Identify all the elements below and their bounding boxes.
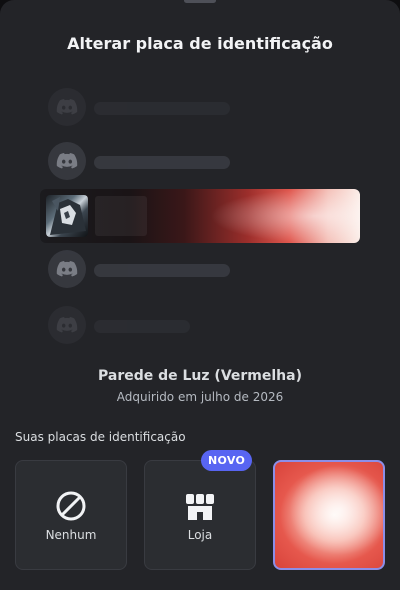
avatar — [48, 88, 86, 126]
nameplate-preview — [0, 86, 400, 346]
plate-option-wall-of-light-red[interactable] — [273, 460, 385, 570]
discord-logo-icon — [56, 317, 78, 333]
plate-option-shop[interactable]: Loja — [144, 460, 256, 570]
profile-avatar — [46, 195, 88, 237]
nameplate-sheet: Alterar placa de identificação Parede de… — [0, 0, 400, 590]
name-placeholder-bar — [94, 102, 230, 115]
discord-logo-icon — [56, 261, 78, 277]
plate-thumbnail — [275, 462, 383, 568]
plate-option-none[interactable]: Nenhum — [15, 460, 127, 570]
plate-option-label: Loja — [187, 528, 213, 542]
discord-logo-icon — [56, 99, 78, 115]
plate-option-label: Nenhum — [45, 528, 97, 542]
avatar — [48, 250, 86, 288]
new-badge: NOVO — [201, 450, 253, 471]
plates-section-label: Suas placas de identificação — [15, 430, 186, 444]
avatar — [48, 306, 86, 344]
name-placeholder-bar — [94, 156, 230, 169]
sheet-title: Alterar placa de identificação — [67, 34, 333, 53]
no-symbol-icon — [16, 489, 126, 523]
selected-nameplate-row — [40, 189, 360, 243]
avatar-art — [50, 197, 86, 235]
shop-icon — [145, 489, 255, 523]
name-placeholder-bar — [95, 196, 147, 236]
name-placeholder-bar — [94, 320, 190, 333]
selected-plate-name: Parede de Luz (Vermelha) — [98, 368, 302, 384]
nameplate-glow — [210, 189, 360, 243]
name-placeholder-bar — [94, 264, 230, 277]
discord-logo-icon — [56, 153, 78, 169]
drag-handle[interactable] — [184, 0, 216, 3]
selected-plate-acquired-date: Adquirido em julho de 2026 — [116, 390, 284, 404]
avatar — [48, 142, 86, 180]
